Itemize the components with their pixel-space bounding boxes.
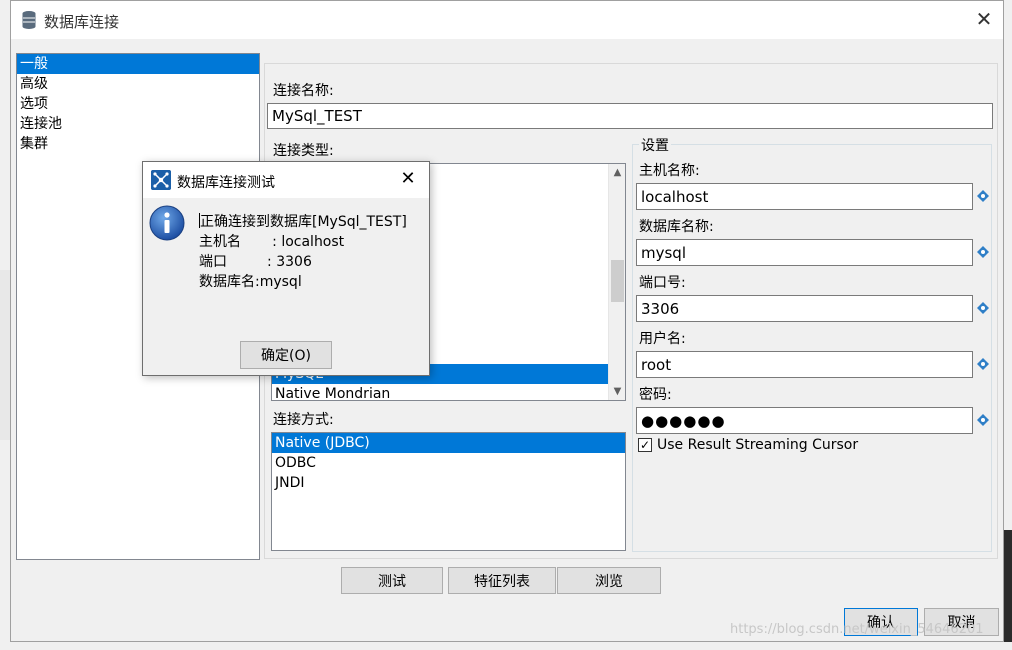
background-app-left-panel [0,270,10,440]
dialog-titlebar: 数据库连接测试 ✕ [143,162,429,198]
list-item-native-jdbc[interactable]: Native (JDBC) [272,433,625,453]
dialog-ok-button[interactable]: 确定(O) [240,341,332,369]
host-label: 主机名称: [639,163,700,179]
dialog-title: 数据库连接测试 [177,175,275,191]
variable-icon[interactable] [977,190,989,202]
host-input[interactable] [636,183,973,210]
database-name-label: 数据库名称: [639,219,714,235]
window-title: 数据库连接 [44,13,120,31]
close-icon[interactable]: ✕ [973,9,995,31]
feature-list-button[interactable]: 特征列表 [448,567,556,594]
nav-item-options[interactable]: 选项 [17,94,259,114]
window-titlebar: 数据库连接 ✕ [11,1,1003,39]
access-method-label: 连接方式: [273,412,334,428]
username-label: 用户名: [639,331,686,347]
streaming-cursor-label: Use Result Streaming Cursor [657,437,859,453]
message-line-host: 主机名 : localhost [199,234,345,250]
scroll-down-icon[interactable]: ▼ [609,383,625,400]
settings-group-title: 设置 [639,135,671,155]
message-status-text: 正确连接到数据库[MySql_TEST] [200,214,407,230]
message-line-database: 数据库名:mysql [199,274,302,290]
password-input[interactable] [636,407,973,434]
nav-item-cluster[interactable]: 集群 [17,134,259,154]
connection-type-label: 连接类型: [273,143,334,159]
browse-button[interactable]: 浏览 [557,567,661,594]
message-line-port: 端口 : 3306 [199,254,312,270]
watermark: https://blog.csdn.net/weixin_54646201 [730,622,984,637]
list-item-native-mondrian[interactable]: Native Mondrian [272,384,608,400]
nav-item-general[interactable]: 一般 [17,54,259,74]
streaming-cursor-checkbox[interactable]: ✓ [638,438,652,452]
port-input[interactable] [636,295,973,322]
nav-item-pooling[interactable]: 连接池 [17,114,259,134]
message-line-status: 正确连接到数据库[MySql_TEST] [199,211,407,231]
variable-icon[interactable] [977,358,989,370]
variable-icon[interactable] [977,302,989,314]
dialog-body: 正确连接到数据库[MySql_TEST] 主机名 : localhost 端口 … [143,198,429,375]
username-input[interactable] [636,351,973,378]
connection-name-input[interactable] [267,103,993,129]
variable-icon[interactable] [977,414,989,426]
database-name-input[interactable] [636,239,973,266]
list-item-odbc[interactable]: ODBC [272,453,625,473]
access-method-list[interactable]: Native (JDBC) ODBC JNDI [271,432,626,551]
connection-test-icon [151,170,171,190]
scroll-up-icon[interactable]: ▲ [609,164,625,181]
connection-test-dialog: 数据库连接测试 ✕ 正确连接到数据库[MySql_TEST] 主机名 : loc… [142,161,430,376]
connection-name-label: 连接名称: [273,83,334,99]
background-terminal [1004,530,1012,650]
list-item-jndi[interactable]: JNDI [272,473,625,493]
connection-type-scrollbar[interactable]: ▲ ▼ [608,164,625,400]
background-app-bottom [0,642,1012,650]
database-icon [22,11,36,29]
port-label: 端口号: [639,275,686,291]
test-button[interactable]: 测试 [341,567,443,594]
nav-item-advanced[interactable]: 高级 [17,74,259,94]
dialog-close-icon[interactable]: ✕ [397,169,419,191]
scrollbar-thumb[interactable] [611,260,624,302]
info-icon [149,205,185,241]
password-label: 密码: [639,387,672,403]
variable-icon[interactable] [977,246,989,258]
